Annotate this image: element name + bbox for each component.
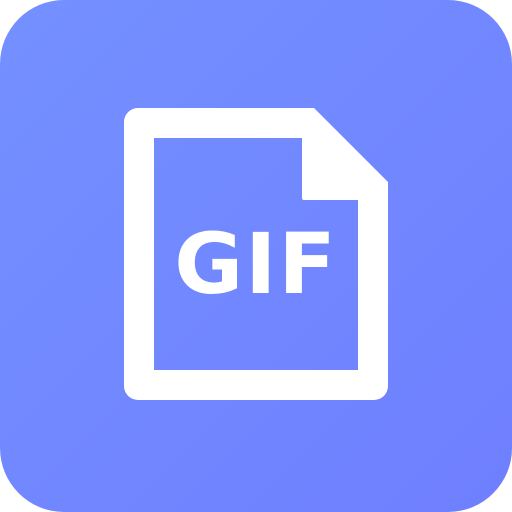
gif-label: GIF [174,215,338,313]
gif-app-icon[interactable]: GIF [0,0,512,512]
